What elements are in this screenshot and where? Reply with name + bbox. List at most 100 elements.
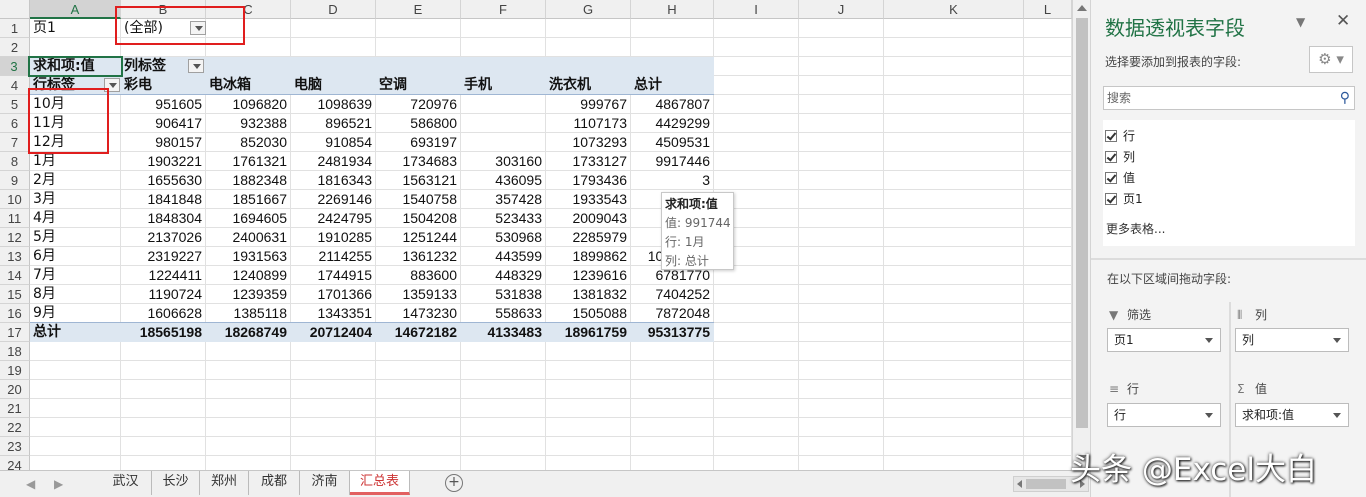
pivot-value-cell[interactable]: 1931563: [206, 247, 290, 266]
pivot-value-cell[interactable]: [461, 133, 545, 152]
pivot-value-cell[interactable]: 2114255: [291, 247, 375, 266]
add-sheet-icon[interactable]: +: [445, 474, 463, 492]
pivot-value-cell[interactable]: 1733127: [546, 152, 630, 171]
pivot-value-cell[interactable]: 1473230: [376, 304, 460, 323]
pivot-value-cell[interactable]: 1239616: [546, 266, 630, 285]
pivot-column-header[interactable]: 空调: [379, 76, 460, 95]
close-icon[interactable]: ✕: [1336, 11, 1350, 31]
pivot-value-cell[interactable]: 2137026: [121, 228, 205, 247]
pivot-value-cell[interactable]: 1540758: [376, 190, 460, 209]
pivot-value-cell[interactable]: [461, 114, 545, 133]
select-all-corner[interactable]: [0, 0, 30, 19]
filter-area-field[interactable]: 页1: [1107, 328, 1221, 352]
vertical-scrollbar[interactable]: [1072, 0, 1090, 470]
pivot-value-cell[interactable]: 443599: [461, 247, 545, 266]
pivot-value-cell[interactable]: 1251244: [376, 228, 460, 247]
column-header-j[interactable]: J: [799, 0, 884, 19]
field-search-input[interactable]: 搜索 ⚲: [1103, 86, 1355, 110]
pivot-value-cell[interactable]: [461, 95, 545, 114]
scroll-left-icon[interactable]: [1017, 480, 1022, 488]
row-header-19[interactable]: 19: [0, 361, 30, 380]
pivot-value-cell[interactable]: 1361232: [376, 247, 460, 266]
pivot-value-cell[interactable]: 530968: [461, 228, 545, 247]
pane-options-icon[interactable]: ▼: [1296, 15, 1305, 29]
pivot-value-cell[interactable]: 2009043: [546, 209, 630, 228]
checkbox-checked-icon[interactable]: [1105, 172, 1117, 184]
chevron-down-icon[interactable]: [1205, 413, 1213, 418]
scroll-up-icon[interactable]: [1077, 5, 1087, 11]
row-header-23[interactable]: 23: [0, 437, 30, 456]
pivot-value-cell[interactable]: 1505088: [546, 304, 630, 323]
pivot-column-header[interactable]: 洗衣机: [549, 76, 630, 95]
pivot-value-cell[interactable]: 1848304: [121, 209, 205, 228]
pivot-value-cell[interactable]: 1073293: [546, 133, 630, 152]
sheet-tab[interactable]: 长沙: [152, 471, 200, 495]
pivot-value-cell[interactable]: 1190724: [121, 285, 205, 304]
grand-total-value[interactable]: 4133483: [461, 323, 545, 342]
pivot-value-cell[interactable]: 531838: [461, 285, 545, 304]
pivot-value-cell[interactable]: 1816343: [291, 171, 375, 190]
pivot-value-cell[interactable]: 1655630: [121, 171, 205, 190]
pivot-row-item[interactable]: 9月: [33, 304, 120, 323]
pivot-value-cell[interactable]: 2269146: [291, 190, 375, 209]
pivot-value-cell[interactable]: 1359133: [376, 285, 460, 304]
pivot-value-cell[interactable]: 1933543: [546, 190, 630, 209]
pivot-value-cell[interactable]: 999767: [546, 95, 630, 114]
tab-prev-icon[interactable]: ◀: [26, 477, 35, 491]
pivot-value-cell[interactable]: 558633: [461, 304, 545, 323]
pivot-row-item[interactable]: 7月: [33, 266, 120, 285]
chevron-down-icon[interactable]: [1205, 338, 1213, 343]
pivot-value-cell[interactable]: 980157: [121, 133, 205, 152]
column-header-a[interactable]: A: [30, 0, 121, 19]
grand-total-value[interactable]: 14672182: [376, 323, 460, 342]
field-item[interactable]: 值: [1105, 169, 1135, 187]
row-header-3[interactable]: 3: [0, 57, 30, 76]
pivot-value-cell[interactable]: 7872048: [631, 304, 713, 323]
pivot-value-cell[interactable]: 2319227: [121, 247, 205, 266]
column-header-f[interactable]: F: [461, 0, 546, 19]
column-header-h[interactable]: H: [631, 0, 714, 19]
pivot-value-cell[interactable]: 303160: [461, 152, 545, 171]
row-header-20[interactable]: 20: [0, 380, 30, 399]
pivot-value-cell[interactable]: 4867807: [631, 95, 713, 114]
sheet-tab[interactable]: 成都: [249, 471, 300, 495]
grand-total-value[interactable]: 20712404: [291, 323, 375, 342]
pivot-value-cell[interactable]: 1734683: [376, 152, 460, 171]
pivot-value-cell[interactable]: 1841848: [121, 190, 205, 209]
row-header-11[interactable]: 11: [0, 209, 30, 228]
pivot-value-cell[interactable]: 1701366: [291, 285, 375, 304]
sheet-tab[interactable]: 武汉: [100, 471, 152, 495]
row-header-7[interactable]: 7: [0, 133, 30, 152]
pivot-value-cell[interactable]: 436095: [461, 171, 545, 190]
pivot-column-header[interactable]: 彩电: [124, 76, 205, 95]
pivot-row-item[interactable]: 4月: [33, 209, 120, 228]
pivot-value-cell[interactable]: 1899862: [546, 247, 630, 266]
pivot-value-cell[interactable]: 1098639: [291, 95, 375, 114]
pivot-value-cell[interactable]: 852030: [206, 133, 290, 152]
pivot-column-header[interactable]: 电冰箱: [209, 76, 290, 95]
pivot-value-cell[interactable]: 1851667: [206, 190, 290, 209]
row-header-18[interactable]: 18: [0, 342, 30, 361]
pivot-row-item[interactable]: 1月: [33, 152, 120, 171]
chevron-down-icon[interactable]: [1333, 338, 1341, 343]
column-label-dropdown-button[interactable]: [188, 59, 204, 73]
row-header-12[interactable]: 12: [0, 228, 30, 247]
pivot-value-cell[interactable]: 1903221: [121, 152, 205, 171]
pivot-value-cell[interactable]: 2400631: [206, 228, 290, 247]
row-header-22[interactable]: 22: [0, 418, 30, 437]
pivot-value-cell[interactable]: 357428: [461, 190, 545, 209]
cell-grid[interactable]: 页1 (全部) 求和项:值 列标签 行标签 彩电 电冰箱 电脑 空调 手机 洗衣机 总计 1…: [28, 6, 1072, 470]
worksheet[interactable]: ABCDEFGHIJKL 1 2 3 4 5 6 7 8 9 10 11 12 13 14 15 16 17 18…: [0, 0, 1072, 470]
pivot-row-item[interactable]: 5月: [33, 228, 120, 247]
pivot-value-cell[interactable]: 9917446: [631, 152, 713, 171]
row-header-2[interactable]: 2: [0, 38, 30, 57]
row-header-24[interactable]: 24: [0, 456, 30, 470]
pivot-value-cell[interactable]: 523433: [461, 209, 545, 228]
pivot-value-cell[interactable]: 3: [631, 171, 713, 190]
pivot-value-cell[interactable]: 1882348: [206, 171, 290, 190]
pivot-column-header[interactable]: 手机: [464, 76, 545, 95]
pivot-value-cell[interactable]: 883600: [376, 266, 460, 285]
pivot-column-header[interactable]: 电脑: [294, 76, 375, 95]
pivot-value-cell[interactable]: 1606628: [121, 304, 205, 323]
pivot-value-cell[interactable]: 951605: [121, 95, 205, 114]
